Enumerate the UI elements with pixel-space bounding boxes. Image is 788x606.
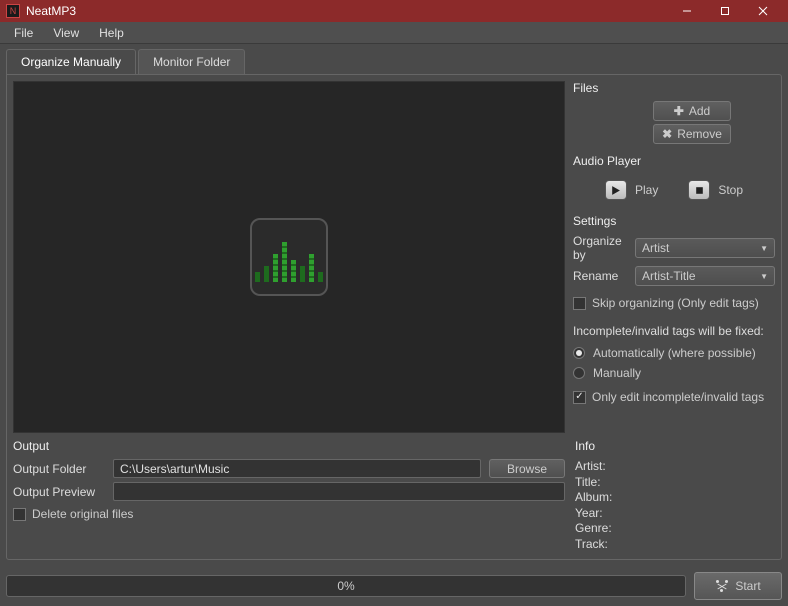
- delete-original-checkbox[interactable]: [13, 508, 26, 521]
- rename-label: Rename: [573, 269, 629, 283]
- stop-label: Stop: [718, 183, 743, 197]
- info-heading: Info: [575, 439, 775, 453]
- app-logo-icon: N: [6, 4, 20, 18]
- plus-icon: ✚: [674, 104, 684, 118]
- organize-by-select[interactable]: Artist: [635, 238, 775, 258]
- wand-icon: [715, 579, 729, 593]
- title-bar: N NeatMP3: [0, 0, 788, 22]
- play-icon: [605, 180, 627, 200]
- auto-fix-radio[interactable]: [573, 347, 585, 359]
- skip-organizing-label: Skip organizing (Only edit tags): [592, 296, 759, 310]
- stop-icon: [688, 180, 710, 200]
- rename-select[interactable]: Artist-Title: [635, 266, 775, 286]
- browse-button[interactable]: Browse: [489, 459, 565, 478]
- menu-bar: File View Help: [0, 22, 788, 44]
- info-genre: Genre:: [575, 521, 775, 537]
- equalizer-icon: [250, 218, 328, 296]
- auto-fix-label: Automatically (where possible): [593, 346, 756, 360]
- output-folder-input[interactable]: [113, 459, 481, 478]
- only-edit-checkbox[interactable]: [573, 391, 586, 404]
- info-artist: Artist:: [575, 459, 775, 475]
- info-album: Album:: [575, 490, 775, 506]
- add-button[interactable]: ✚ Add: [653, 101, 731, 121]
- browse-label: Browse: [507, 462, 547, 476]
- fix-tags-note: Incomplete/invalid tags will be fixed:: [573, 324, 775, 338]
- tab-organize-manually[interactable]: Organize Manually: [6, 49, 136, 74]
- start-label: Start: [735, 579, 760, 593]
- menu-help[interactable]: Help: [89, 24, 134, 42]
- files-heading: Files: [573, 81, 775, 95]
- menu-view[interactable]: View: [43, 24, 89, 42]
- remove-button-label: Remove: [677, 127, 722, 141]
- play-label: Play: [635, 183, 658, 197]
- output-folder-label: Output Folder: [13, 462, 105, 476]
- rename-value: Artist-Title: [642, 269, 696, 283]
- progress-label: 0%: [337, 579, 354, 593]
- output-preview-field: [113, 482, 565, 501]
- skip-organizing-checkbox[interactable]: [573, 297, 586, 310]
- organize-by-value: Artist: [642, 241, 669, 255]
- window-title: NeatMP3: [26, 4, 668, 18]
- info-track: Track:: [575, 537, 775, 553]
- only-edit-label: Only edit incomplete/invalid tags: [592, 390, 764, 404]
- manual-fix-radio[interactable]: [573, 367, 585, 379]
- add-button-label: Add: [689, 104, 710, 118]
- close-button[interactable]: [744, 0, 782, 22]
- play-button[interactable]: Play: [605, 180, 658, 200]
- file-list-area[interactable]: [13, 81, 565, 433]
- audio-player-heading: Audio Player: [573, 154, 775, 168]
- output-preview-label: Output Preview: [13, 485, 105, 499]
- settings-heading: Settings: [573, 214, 775, 228]
- manual-fix-label: Manually: [593, 366, 641, 380]
- output-heading: Output: [13, 439, 565, 453]
- start-button[interactable]: Start: [694, 572, 782, 600]
- organize-by-label: Organize by: [573, 234, 629, 262]
- stop-button[interactable]: Stop: [688, 180, 743, 200]
- remove-button[interactable]: ✖ Remove: [653, 124, 731, 144]
- maximize-button[interactable]: [706, 0, 744, 22]
- progress-bar: 0%: [6, 575, 686, 597]
- minimize-button[interactable]: [668, 0, 706, 22]
- x-icon: ✖: [662, 127, 672, 141]
- menu-file[interactable]: File: [4, 24, 43, 42]
- tab-strip: Organize Manually Monitor Folder: [6, 49, 782, 74]
- info-year: Year:: [575, 506, 775, 522]
- tab-monitor-folder[interactable]: Monitor Folder: [138, 49, 245, 74]
- info-title: Title:: [575, 475, 775, 491]
- delete-original-label: Delete original files: [32, 507, 133, 521]
